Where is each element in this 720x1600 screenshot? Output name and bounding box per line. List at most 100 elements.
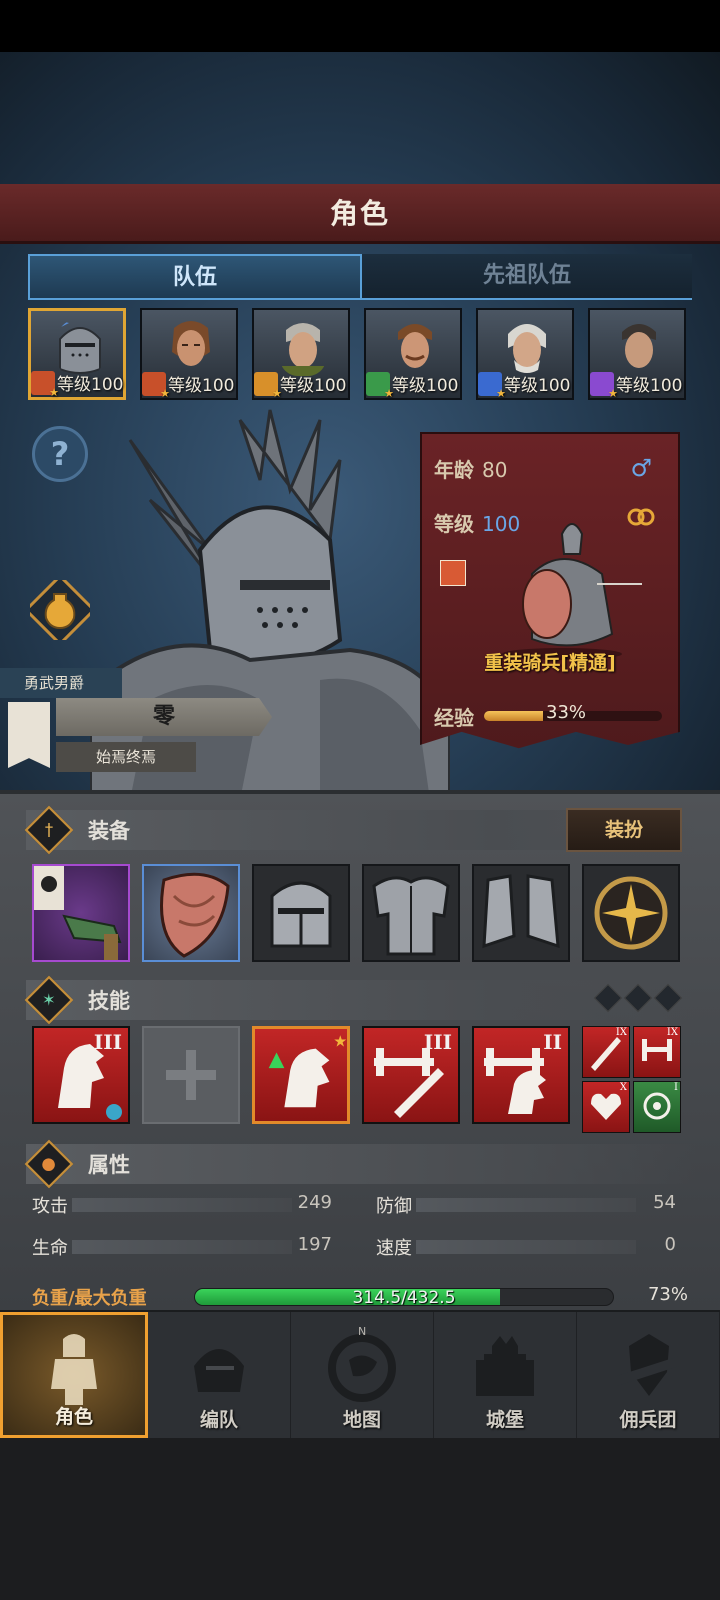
bottom-area bbox=[0, 1438, 720, 1600]
dress-up-button[interactable]: 装扮 bbox=[566, 808, 682, 852]
sword-class-icon bbox=[478, 371, 506, 400]
attributes-title: 属性 bbox=[88, 1153, 130, 1177]
skills-title: 技能 bbox=[88, 989, 130, 1013]
passive-target-skill[interactable]: I bbox=[633, 1081, 681, 1133]
stat-bar bbox=[72, 1198, 292, 1212]
hp-value: 197 bbox=[297, 1234, 332, 1255]
equip-slot-shield[interactable] bbox=[142, 864, 240, 962]
speed-value: 0 bbox=[664, 1234, 676, 1255]
party-member-2[interactable]: 等级100 bbox=[140, 308, 238, 400]
tab-party[interactable]: 队伍 bbox=[28, 254, 362, 300]
nav-map[interactable]: N 地图 bbox=[291, 1312, 434, 1438]
passive-health-skill[interactable]: X bbox=[582, 1081, 630, 1133]
skill-rank: X bbox=[619, 1082, 627, 1093]
character-info-panel: 年龄 80 ♂ 等级 100 重装骑兵[精通] 经验 33% bbox=[420, 432, 680, 749]
party-member-6[interactable]: 等级100 bbox=[588, 308, 686, 400]
stat-bar bbox=[416, 1198, 636, 1212]
potion-button[interactable] bbox=[30, 580, 90, 640]
member-level: 等级100 bbox=[590, 371, 683, 400]
skill-slot-2-empty[interactable] bbox=[142, 1026, 240, 1124]
load-label: 负重/最大负重 bbox=[32, 1288, 147, 1309]
party-member-4[interactable]: 等级100 bbox=[364, 308, 462, 400]
game-screen: 角色 队伍 先祖队伍 等级100 bbox=[0, 0, 720, 1600]
member-level: 等级100 bbox=[478, 371, 570, 400]
nav-character[interactable]: 角色 bbox=[0, 1312, 148, 1438]
skill-slot-3[interactable]: ★ bbox=[252, 1026, 350, 1124]
skill-rank: IX bbox=[615, 1027, 627, 1038]
spear-class-icon bbox=[590, 371, 618, 400]
hp-stat: 生命 197 bbox=[32, 1234, 332, 1259]
compass-icon bbox=[594, 876, 668, 950]
skill-slot-5[interactable]: II bbox=[472, 1026, 570, 1124]
attributes-header: ● 属性 bbox=[24, 1139, 696, 1189]
defense-label: 防御 bbox=[376, 1196, 412, 1217]
nav-label: 地图 bbox=[342, 1409, 381, 1431]
attack-label: 攻击 bbox=[32, 1196, 68, 1217]
mercenary-icon bbox=[617, 1334, 679, 1396]
member-level: 等级100 bbox=[254, 371, 347, 400]
skill-rank: III bbox=[423, 1030, 452, 1054]
speed-stat: 速度 0 bbox=[376, 1234, 676, 1259]
equip-slot-boots[interactable] bbox=[472, 864, 570, 962]
tab-bar: 队伍 先祖队伍 bbox=[28, 254, 692, 300]
member-level-text: 等级100 bbox=[616, 376, 683, 396]
equip-slot-banner[interactable] bbox=[32, 864, 130, 962]
defense-value: 54 bbox=[653, 1192, 676, 1213]
stat-bar bbox=[416, 1240, 636, 1254]
member-level-text: 等级100 bbox=[168, 376, 235, 396]
cross-placeholder-icon bbox=[166, 1050, 216, 1100]
nav-castle[interactable]: 城堡 bbox=[434, 1312, 577, 1438]
load-bar: 314.5/432.5 bbox=[194, 1288, 614, 1306]
attack-stat: 攻击 249 bbox=[32, 1192, 332, 1217]
age-row: 年龄 80 bbox=[434, 454, 507, 483]
attack-value: 249 bbox=[297, 1192, 332, 1213]
question-icon: ? bbox=[50, 435, 70, 473]
load-value: 314.5/432.5 bbox=[352, 1288, 456, 1306]
compass-map-icon: N bbox=[328, 1325, 396, 1402]
help-button[interactable]: ? bbox=[32, 426, 88, 482]
bottom-nav: 角色 编队 N 地图 城堡 佣兵团 bbox=[0, 1310, 720, 1438]
equip-slot-armor[interactable] bbox=[362, 864, 460, 962]
nav-mercenaries[interactable]: 佣兵团 bbox=[577, 1312, 720, 1438]
bow-class-icon bbox=[366, 371, 394, 400]
tab-ancestor-party[interactable]: 先祖队伍 bbox=[362, 254, 692, 300]
skill-gems bbox=[593, 983, 683, 1013]
equipment-slots bbox=[32, 864, 680, 962]
castle-icon bbox=[476, 1336, 534, 1396]
exp-percent: 33% bbox=[546, 702, 587, 723]
nav-label: 角色 bbox=[54, 1406, 93, 1428]
portrait-face-icon bbox=[172, 321, 210, 366]
character-name[interactable]: 零 bbox=[56, 698, 272, 736]
age-value: 80 bbox=[482, 458, 508, 482]
cavalry-class-icon bbox=[31, 370, 59, 399]
shield-icon bbox=[160, 872, 230, 958]
passive-sword-skill[interactable]: IX bbox=[582, 1026, 630, 1078]
member-level-text: 等级100 bbox=[280, 376, 347, 396]
member-level-text: 等级100 bbox=[392, 376, 459, 396]
horse-charge-skill-icon: ★ bbox=[268, 1032, 347, 1108]
party-member-1[interactable]: 等级100 bbox=[28, 308, 126, 400]
member-level: 等级100 bbox=[142, 371, 235, 400]
knight-icon bbox=[51, 1334, 97, 1405]
heavy-cavalry-unit-art bbox=[502, 523, 642, 660]
skill-rank: III bbox=[93, 1030, 122, 1054]
skill-slot-4[interactable]: III bbox=[362, 1026, 460, 1124]
nav-formation[interactable]: 编队 bbox=[148, 1312, 291, 1438]
age-label: 年龄 bbox=[434, 458, 474, 482]
character-motto: 始焉终焉 bbox=[56, 742, 196, 772]
skill-slot-1[interactable]: III bbox=[32, 1026, 130, 1124]
party-member-5[interactable]: 等级100 bbox=[476, 308, 574, 400]
passive-weight-skill[interactable]: IX bbox=[633, 1026, 681, 1078]
cavalry-class-icon bbox=[142, 371, 170, 400]
portrait-face-icon bbox=[622, 324, 656, 368]
equipment-emblem: † bbox=[24, 805, 74, 855]
defense-stat: 防御 54 bbox=[376, 1192, 676, 1217]
party-member-3[interactable]: 等级100 bbox=[252, 308, 350, 400]
nav-label: 编队 bbox=[199, 1409, 238, 1431]
equip-slot-accessory[interactable] bbox=[582, 864, 680, 962]
passive-skills: IX IX X I bbox=[582, 1026, 681, 1133]
equip-slot-helmet[interactable] bbox=[252, 864, 350, 962]
person-icon: ● bbox=[41, 1154, 57, 1174]
skill-slots: III ★ III II IX IX X I bbox=[32, 1026, 681, 1133]
svg-text:★: ★ bbox=[333, 1032, 347, 1051]
